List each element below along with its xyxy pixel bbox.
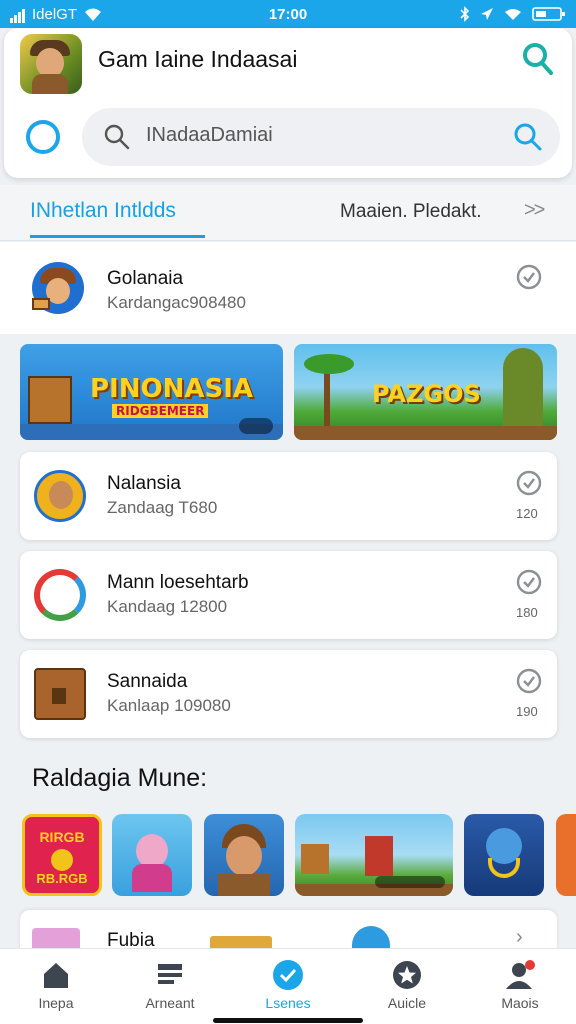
app-title: Gam Iaine Indaasai: [98, 46, 298, 72]
search-submit-icon[interactable]: [514, 123, 542, 151]
game-icon: [34, 470, 86, 522]
chevron-right-icon[interactable]: ›: [516, 926, 523, 949]
row-subtitle: Kandaag 12800: [107, 597, 228, 616]
check-icon: [273, 960, 303, 990]
tab-bar: INhetlan Intldds Maaien. Pledakt. >>: [0, 185, 576, 241]
search-field[interactable]: INadaaDamiai: [82, 108, 560, 166]
signal-icon: [10, 6, 26, 23]
row-subtitle: Kanlaap 109080: [107, 696, 231, 715]
banner-title: PINONASIA: [90, 374, 253, 404]
home-indicator[interactable]: [213, 1018, 363, 1023]
list-item[interactable]: Golanaia Kardangac908480: [0, 242, 576, 334]
featured-banner-2[interactable]: PAZGOS: [294, 344, 557, 440]
game-thumb[interactable]: [556, 814, 576, 896]
thumb-badge-line2: RB.RGB: [36, 871, 88, 886]
search-icon-left: [104, 124, 130, 150]
tab-second[interactable]: Maaien. Pledakt.: [340, 201, 482, 223]
status-bar: IdelGT 17:00: [0, 0, 576, 28]
row-count: 120: [516, 506, 538, 521]
refresh-ring-button[interactable]: [26, 120, 60, 154]
check-circle-icon[interactable]: [516, 264, 542, 290]
nav-label: Inepa: [38, 995, 74, 1011]
nav-active[interactable]: Lsenes: [238, 949, 338, 1024]
nav-news[interactable]: Arneant: [120, 949, 220, 1024]
tab-active[interactable]: INhetlan Intldds: [30, 199, 176, 223]
nav-article[interactable]: Auicle: [357, 949, 457, 1024]
game-thumb[interactable]: [295, 814, 453, 896]
nav-label: Maois: [501, 995, 539, 1011]
tab-indicator: [30, 235, 205, 238]
profile-icon: [506, 960, 535, 989]
star-icon: [393, 961, 421, 989]
game-thumb[interactable]: [204, 814, 284, 896]
banner-subtitle: RIDGBEMEER: [112, 404, 209, 418]
game-thumb[interactable]: RIRGB RB.RGB: [22, 814, 102, 896]
thumb-badge-line1: RIRGB: [39, 829, 85, 845]
bluetooth-icon: [460, 6, 470, 22]
media-controls-icon: [375, 876, 445, 888]
bottom-nav: Inepa Arneant Lsenes Auicle Maois: [0, 948, 576, 1024]
nav-label: Lsenes: [265, 995, 311, 1011]
game-thumb[interactable]: [112, 814, 192, 896]
tab-more-chevron-icon[interactable]: >>: [524, 199, 545, 222]
game-icon: [34, 569, 86, 621]
row-count: 180: [516, 605, 538, 620]
nav-label: Arneant: [145, 995, 195, 1011]
wifi-icon: [85, 8, 102, 21]
row-title: Nalansia: [107, 473, 181, 494]
house-icon: [34, 668, 86, 720]
app-logo[interactable]: [20, 34, 82, 94]
row-title: Sannaida: [107, 671, 188, 692]
location-icon: [481, 8, 493, 20]
battery-icon: [532, 7, 565, 21]
featured-banner-1[interactable]: PINONASIA RIDGBEMEER: [20, 344, 283, 440]
row-count: 190: [516, 704, 538, 719]
house-icon: [28, 376, 72, 424]
check-circle-icon[interactable]: [516, 668, 542, 694]
search-icon[interactable]: [522, 42, 554, 76]
clock: 17:00: [268, 5, 308, 23]
game-thumb[interactable]: [464, 814, 544, 896]
news-icon: [158, 964, 182, 984]
nav-profile[interactable]: Maois: [470, 949, 570, 1024]
header-card: Gam Iaine Indaasai INadaaDamiai: [4, 28, 572, 178]
list-item[interactable]: Nalansia Zandaag T680 120: [20, 452, 557, 540]
row-subtitle: Kardangac908480: [107, 293, 246, 312]
check-circle-icon[interactable]: [516, 470, 542, 496]
nav-home[interactable]: Inepa: [6, 949, 106, 1024]
row-subtitle: Zandaag T680: [107, 498, 218, 517]
home-icon: [44, 963, 68, 988]
check-circle-icon[interactable]: [516, 569, 542, 595]
media-badge-icon: [239, 418, 273, 434]
section-title: Raldagia Mune:: [32, 764, 208, 792]
nav-label: Auicle: [387, 995, 427, 1011]
row-title: Mann loesehtarb: [107, 572, 249, 593]
banner-title: PAZGOS: [372, 380, 481, 408]
carrier-label: IdelGT: [32, 5, 78, 23]
row-title: Golanaia: [107, 268, 184, 289]
wifi-icon-right: [505, 9, 521, 20]
list-item[interactable]: Sannaida Kanlaap 109080 190: [20, 650, 557, 738]
list-item[interactable]: Mann loesehtarb Kandaag 12800 180: [20, 551, 557, 639]
game-icon: [32, 262, 84, 314]
search-input[interactable]: INadaaDamiai: [146, 124, 273, 147]
